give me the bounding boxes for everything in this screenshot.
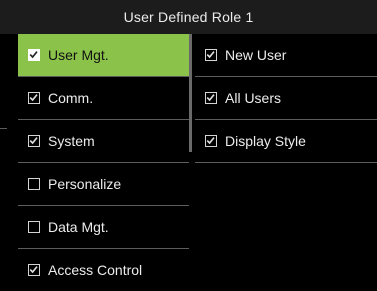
checkbox-checked-icon[interactable] bbox=[28, 92, 40, 104]
left-menu-item-system[interactable]: System bbox=[18, 120, 189, 162]
right-menu-item-new-user[interactable]: New User bbox=[195, 34, 377, 76]
divider bbox=[195, 162, 377, 163]
right-menu-item-display-style[interactable]: Display Style bbox=[195, 120, 377, 162]
right-menu-item-label: New User bbox=[225, 47, 287, 63]
checkbox-checked-icon[interactable] bbox=[28, 49, 40, 61]
left-menu-item-label: User Mgt. bbox=[48, 47, 109, 63]
left-menu-item-label: Comm. bbox=[48, 90, 94, 106]
checkbox-checked-icon[interactable] bbox=[205, 135, 217, 147]
page-title: User Defined Role 1 bbox=[123, 9, 254, 25]
right-menu-item-all-users[interactable]: All Users bbox=[195, 77, 377, 119]
left-menu-item-label: Access Control bbox=[48, 262, 143, 278]
left-menu-item-user-mgt[interactable]: User Mgt. bbox=[18, 34, 189, 76]
left-menu-item-label: System bbox=[48, 133, 95, 149]
left-menu-item-comm[interactable]: Comm. bbox=[18, 77, 189, 119]
left-menu-item-label: Data Mgt. bbox=[48, 219, 109, 235]
divider bbox=[0, 128, 7, 129]
right-menu-item-label: All Users bbox=[225, 90, 282, 106]
left-menu-item-data-mgt[interactable]: Data Mgt. bbox=[18, 206, 189, 248]
right-menu: New User All Users Display Style bbox=[195, 34, 377, 289]
left-menu-item-label: Personalize bbox=[48, 176, 122, 192]
scrollbar[interactable] bbox=[189, 34, 192, 152]
checkbox-unchecked-icon[interactable] bbox=[28, 178, 40, 190]
checkbox-unchecked-icon[interactable] bbox=[28, 221, 40, 233]
checkbox-checked-icon[interactable] bbox=[28, 135, 40, 147]
checkbox-checked-icon[interactable] bbox=[205, 49, 217, 61]
left-menu-item-personalize[interactable]: Personalize bbox=[18, 163, 189, 205]
checkbox-checked-icon[interactable] bbox=[28, 264, 40, 276]
left-menu: User Mgt. Comm. System Personalize Data … bbox=[0, 34, 189, 289]
left-menu-item-access-control[interactable]: Access Control bbox=[18, 249, 189, 291]
right-menu-item-label: Display Style bbox=[225, 133, 306, 149]
checkbox-checked-icon[interactable] bbox=[205, 92, 217, 104]
title-bar: User Defined Role 1 bbox=[0, 0, 377, 34]
